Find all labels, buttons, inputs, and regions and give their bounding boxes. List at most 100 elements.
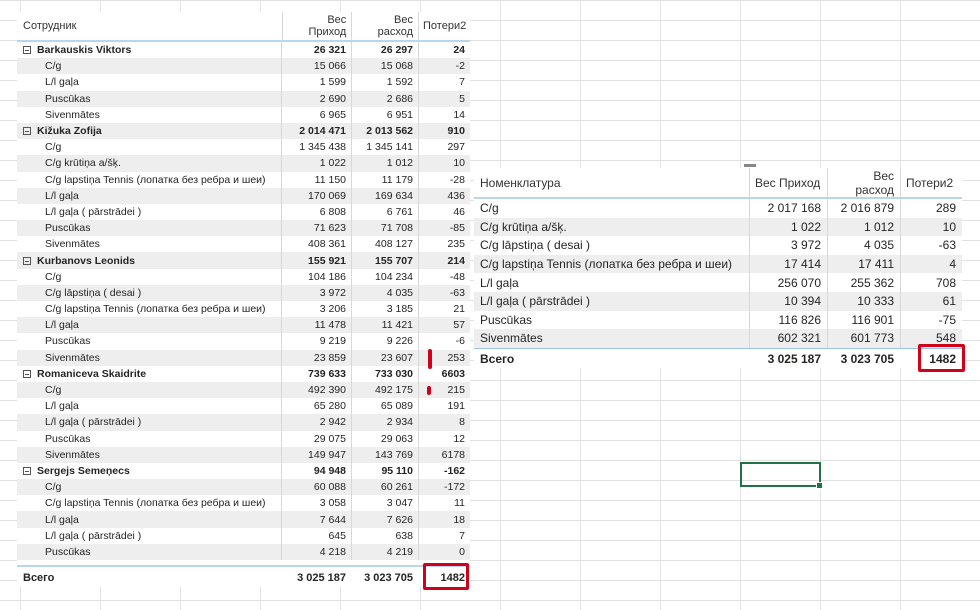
row-label: Puscūkas [17,433,281,445]
matrix-row[interactable]: Sivenmātes 6 965 6 951 14 [17,106,470,123]
header-employee[interactable]: Сотрудник [17,20,282,32]
matrix-row[interactable]: C/g 104 186 104 234 -48 [17,268,470,285]
table-row[interactable]: C/g lapstiņa Tennis (лопатка без ребра и… [474,254,962,274]
matrix-row[interactable]: Puscūkas 9 219 9 226 -6 [17,333,470,350]
table-row[interactable]: C/g 2 017 168 2 016 879 289 [474,199,962,218]
table-row[interactable]: Puscūkas 116 826 116 901 -75 [474,310,962,330]
row-name: Sivenmātes [45,108,100,121]
matrix-row[interactable]: L/l gaļa ( pārstrādei ) 645 638 7 [17,527,470,544]
cell-weight-in: 9 219 [281,333,351,350]
cell-weight-in: 3 972 [749,236,827,255]
cell-loss: -172 [418,479,470,496]
header-loss[interactable]: Потери2 [418,12,470,40]
cell-weight-in: 23 859 [281,349,351,366]
table-total-weight-out: 3 023 705 [840,351,894,366]
cell-weight-in: 116 826 [749,310,827,330]
table-row[interactable]: L/l gaļa ( pārstrādei ) 10 394 10 333 61 [474,291,962,311]
cell-weight-out: 23 607 [351,349,418,366]
row-label: L/l gaļa [17,319,281,331]
cell-weight-in: 65 280 [281,398,351,415]
matrix-row[interactable]: L/l gaļa 65 280 65 089 191 [17,398,470,415]
table-row[interactable]: L/l gaļa 256 070 255 362 708 [474,273,962,292]
collapse-icon[interactable] [23,370,31,379]
row-label: L/l gaļa [17,76,281,88]
header-weight-out[interactable]: Вес расход [827,168,900,197]
matrix-row[interactable]: Sivenmātes 408 361 408 127 235 [17,236,470,253]
matrix-row[interactable]: C/g 492 390 492 175 215 [17,381,470,399]
table-row[interactable]: C/g lāpstiņa ( desai ) 3 972 4 035 -63 [474,236,962,255]
matrix-row[interactable]: Puscūkas 2 690 2 686 5 [17,90,470,107]
cell-weight-in: 11 478 [281,317,351,334]
cell-nomenclature: C/g lapstiņa Tennis (лопатка без ребра и… [480,257,733,272]
matrix-row[interactable]: Puscūkas 29 075 29 063 12 [17,430,470,447]
cell-loss: -2 [418,58,470,75]
cell-nomenclature: Sivenmātes [480,331,543,346]
header-nomenclature[interactable]: Номенклатура [474,176,749,190]
matrix-group-row[interactable]: Kurbanovs Leonids 155 921 155 707 214 [17,252,470,269]
cell-loss: 18 [418,511,470,528]
header-weight-out[interactable]: Вес расход [351,12,418,40]
table-row[interactable]: Sivenmātes 602 321 601 773 548 [474,329,962,348]
employee-matrix[interactable]: Сотрудник Вес Приход Вес расход Потери2 … [17,12,470,587]
collapse-icon[interactable] [23,467,31,476]
nomenclature-table[interactable]: Номенклатура Вес Приход Вес расход Потер… [474,168,962,368]
matrix-row[interactable]: L/l gaļa ( pārstrādei ) 2 942 2 934 8 [17,414,470,431]
cell-loss: 21 [418,301,470,318]
row-name: Kurbanovs Leonids [37,254,136,267]
cell-loss: -48 [418,268,470,285]
cell-weight-out: 10 333 [827,291,900,311]
cell-weight-out: 638 [351,527,418,544]
matrix-row[interactable]: Puscūkas 4 218 4 219 0 [17,543,470,560]
cell-loss: 10 [900,217,962,237]
collapse-icon[interactable] [23,46,31,55]
collapse-icon[interactable] [23,256,31,265]
matrix-row[interactable]: C/g 1 345 438 1 345 141 297 [17,139,470,156]
matrix-row[interactable]: L/l gaļa 11 478 11 421 57 [17,317,470,334]
cell-weight-in: 492 390 [281,381,351,399]
matrix-row[interactable]: C/g 60 088 60 261 -172 [17,479,470,496]
highlight-box-matrix-total [423,563,469,590]
matrix-row[interactable]: L/l gaļa 7 644 7 626 18 [17,511,470,528]
matrix-row[interactable]: C/g lapstiņa Tennis (лопатка без ребра и… [17,171,470,188]
matrix-group-row[interactable]: Sergejs Semeņecs 94 948 95 110 -162 [17,462,470,480]
matrix-row[interactable]: C/g lapstiņa Tennis (лопатка без ребра и… [17,301,470,318]
matrix-row[interactable]: C/g lapstiņa Tennis (лопатка без ребра и… [17,495,470,512]
cell-weight-out: 6 761 [351,203,418,221]
cell-loss: 215 [418,381,470,399]
matrix-row[interactable]: L/l gaļa 1 599 1 592 7 [17,74,470,91]
header-weight-in[interactable]: Вес Приход [749,168,827,197]
matrix-group-row[interactable]: Romaniceva Skaidrite 739 633 733 030 6603 [17,365,470,382]
matrix-group-row[interactable]: Barkauskis Viktors 26 321 26 297 24 [17,42,470,59]
header-weight-in[interactable]: Вес Приход [281,12,352,40]
row-label: C/g lapstiņa Tennis (лопатка без ребра и… [17,303,281,315]
cell-weight-out: 116 901 [827,310,900,330]
matrix-row[interactable]: C/g lāpstiņa ( desai ) 3 972 4 035 -63 [17,284,470,301]
cell-weight-out: 4 219 [351,543,418,560]
row-label: Puscūkas [17,546,281,558]
cell-nomenclature: L/l gaļa ( pārstrādei ) [480,294,591,309]
matrix-row[interactable]: Sivenmātes 149 947 143 769 6178 [17,446,470,463]
matrix-row[interactable]: L/l gaļa 170 069 169 634 436 [17,187,470,204]
matrix-row[interactable]: C/g 15 066 15 068 -2 [17,58,470,75]
cell-weight-in: 155 921 [281,252,351,269]
matrix-row[interactable]: Sivenmātes 23 859 23 607 253 [17,349,470,366]
row-label: Puscūkas [17,93,281,105]
row-name: Sivenmātes [45,238,100,251]
cell-weight-out: 1 012 [351,155,418,172]
cell-weight-in: 11 150 [281,171,351,188]
matrix-row[interactable]: Puscūkas 71 623 71 708 -85 [17,220,470,237]
selected-cell[interactable] [740,462,823,489]
total-weight-out: 3 023 705 [364,572,413,584]
cell-loss: 253 [418,349,470,366]
matrix-group-row[interactable]: Kižuka Zofija 2 014 471 2 013 562 910 [17,122,470,140]
collapse-icon[interactable] [23,127,31,136]
header-loss[interactable]: Потери2 [900,168,962,197]
visual-drag-handle[interactable] [744,164,756,167]
table-row[interactable]: C/g krūtiņa a/šķ. 1 022 1 012 10 [474,217,962,237]
row-label: C/g [17,481,281,493]
matrix-row[interactable]: L/l gaļa ( pārstrādei ) 6 808 6 761 46 [17,203,470,221]
cell-weight-out: 7 626 [351,511,418,528]
matrix-row[interactable]: C/g krūtiņa a/šķ. 1 022 1 012 10 [17,155,470,172]
cell-weight-in: 26 321 [281,42,351,59]
row-label: L/l gaļa [17,400,281,412]
